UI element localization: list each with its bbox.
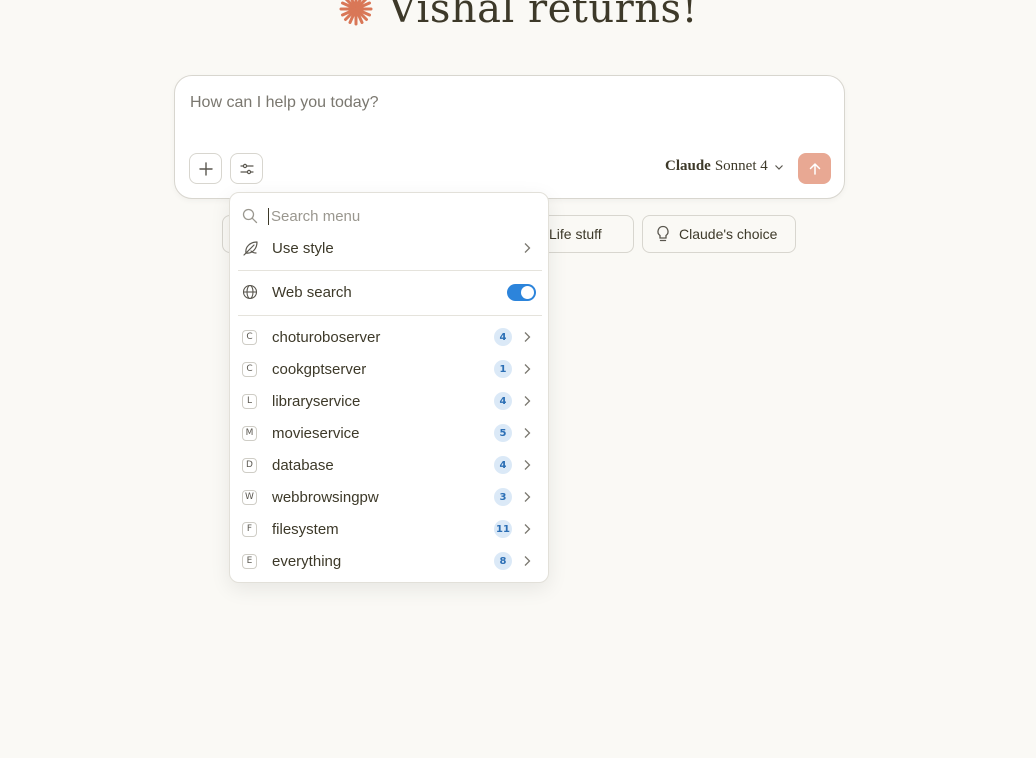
web-search-toggle[interactable] (507, 283, 536, 301)
model-selector[interactable]: Claude Sonnet 4 (665, 158, 784, 175)
server-name: cookgptserver (272, 360, 367, 378)
plus-icon (198, 161, 213, 176)
chevron-right-icon (524, 364, 531, 374)
server-letter-icon: L (242, 393, 257, 409)
tool-count-badge: 1 (494, 360, 512, 378)
server-item-filesystem[interactable]: F filesystem 11 (238, 514, 542, 544)
tool-count-badge: 4 (494, 328, 512, 346)
use-style-label: Use style (272, 239, 334, 257)
use-style-item[interactable]: Use style (238, 233, 542, 263)
server-item-libraryservice[interactable]: L libraryservice 4 (238, 386, 542, 416)
tools-menu-button[interactable] (230, 153, 263, 184)
server-name: webbrowsingpw (272, 488, 379, 506)
server-letter-icon: M (242, 425, 257, 441)
server-name: libraryservice (272, 392, 361, 410)
search-icon (242, 208, 258, 224)
chevron-right-icon (524, 428, 531, 438)
lightbulb-icon (657, 225, 669, 242)
chevron-right-icon (524, 332, 531, 342)
server-name: filesystem (272, 520, 339, 538)
tool-count-badge: 8 (494, 552, 512, 570)
chevron-right-icon (524, 396, 531, 406)
server-item-webbrowsingpw[interactable]: W webbrowsingpw 3 (238, 482, 542, 512)
tool-count-badge: 4 (494, 456, 512, 474)
tool-count-badge: 11 (494, 520, 512, 538)
suggestion-chip-claudes-choice[interactable]: Claude's choice (642, 215, 796, 253)
menu-search-input[interactable] (268, 207, 518, 225)
add-attachment-button[interactable] (189, 153, 222, 184)
server-letter-icon: E (242, 553, 257, 569)
server-name: database (272, 456, 334, 474)
server-letter-icon: C (242, 329, 257, 345)
feather-pen-icon (243, 240, 258, 256)
server-item-choturoboserver[interactable]: C choturoboserver 4 (238, 322, 542, 352)
chevron-right-icon (524, 243, 531, 253)
web-search-label: Web search (272, 283, 352, 301)
model-brand: Claude (665, 158, 711, 174)
menu-search-row[interactable] (242, 205, 538, 227)
chevron-right-icon (524, 460, 531, 470)
chevron-right-icon (524, 556, 531, 566)
server-letter-icon: F (242, 521, 257, 537)
web-search-item[interactable]: Web search (238, 277, 542, 307)
server-name: everything (272, 552, 342, 570)
tool-count-badge: 5 (494, 424, 512, 442)
claude-spark-icon (339, 0, 373, 26)
chip-label: Claude's choice (679, 226, 778, 242)
chevron-down-icon (774, 164, 783, 170)
server-letter-icon: D (242, 457, 257, 473)
send-button[interactable] (798, 153, 831, 184)
model-name: Sonnet 4 (714, 158, 768, 174)
tool-count-badge: 3 (494, 488, 512, 506)
message-input[interactable]: How can I help you today? (190, 94, 379, 112)
globe-icon (242, 284, 258, 300)
tool-count-badge: 4 (494, 392, 512, 410)
server-item-everything[interactable]: E everything 8 (238, 546, 542, 576)
chevron-right-icon (524, 492, 531, 502)
menu-divider (238, 315, 542, 316)
server-item-cookgptserver[interactable]: C cookgptserver 1 (238, 354, 542, 384)
sliders-icon (239, 163, 254, 174)
arrow-up-icon (809, 162, 820, 175)
server-item-movieservice[interactable]: M movieservice 5 (238, 418, 542, 448)
message-composer[interactable]: How can I help you today? Claude Sonnet … (174, 75, 845, 199)
server-name: choturoboserver (272, 328, 381, 346)
server-item-database[interactable]: D database 4 (238, 450, 542, 480)
menu-divider (238, 270, 542, 271)
server-letter-icon: W (242, 489, 257, 505)
chip-label: Life stuff (549, 226, 602, 242)
server-letter-icon: C (242, 361, 257, 377)
greeting-title: Vishal returns! (387, 0, 699, 32)
server-name: movieservice (272, 424, 360, 442)
tools-dropdown-menu: Use style Web search C choturoboserver 4… (229, 192, 549, 583)
chevron-right-icon (524, 524, 531, 534)
greeting-header: Vishal returns! (0, 0, 1036, 32)
